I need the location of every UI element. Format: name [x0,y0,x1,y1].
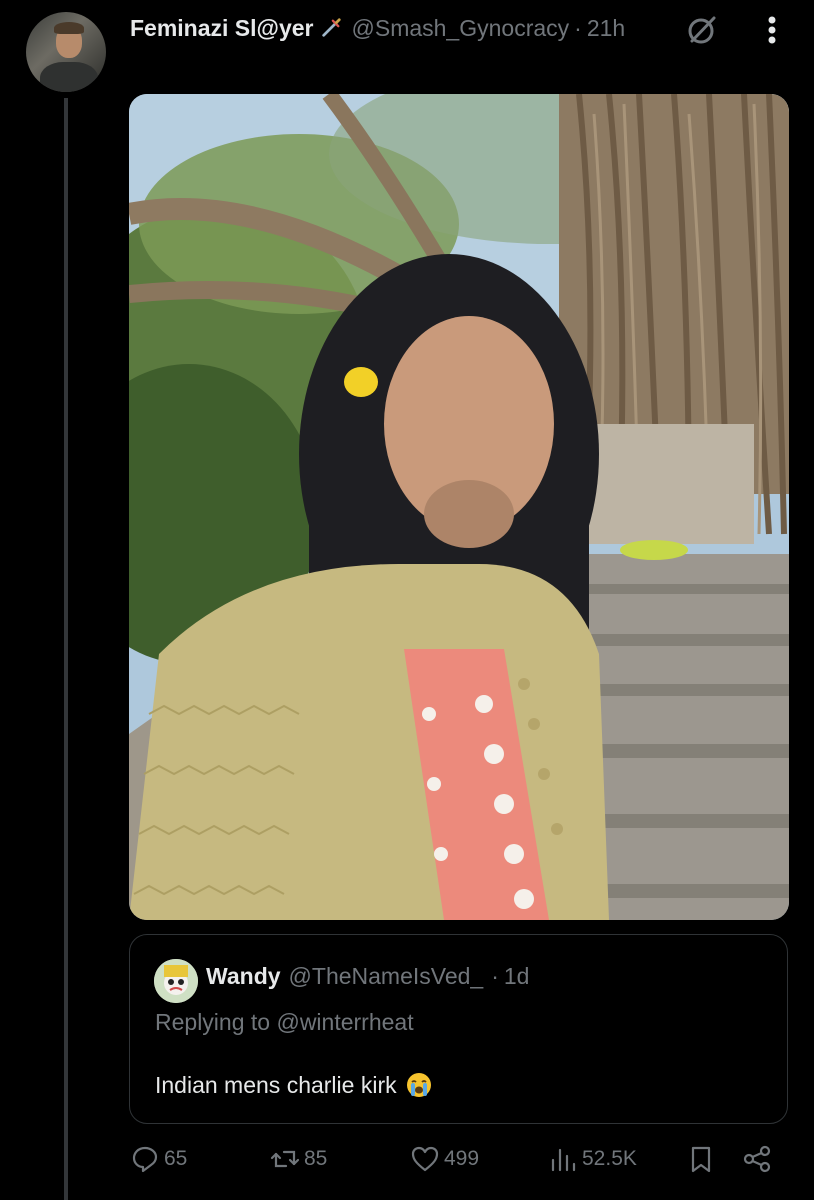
bookmark-icon [691,1146,711,1173]
views-button[interactable]: 52.5K [548,1144,637,1174]
replying-to-line: Replying to @winterrheat [155,1009,414,1036]
analytics-icon [551,1148,576,1172]
quoted-author-name[interactable]: Wandy [206,963,281,990]
separator-dot: · [491,963,499,989]
post-header: Feminazi Sl@yer @Smash_Gynocracy · 21h [130,10,625,46]
author-handle[interactable]: @Smash_Gynocracy [352,15,570,42]
view-count: 52.5K [582,1147,637,1170]
share-icon [743,1145,771,1173]
repost-icon [270,1150,300,1168]
like-count: 499 [444,1147,480,1170]
quoted-author-avatar[interactable] [154,959,198,1003]
loudly-crying-face-icon [406,1073,431,1097]
quoted-author-handle[interactable]: @TheNameIsVed_ [289,963,484,990]
quoted-post[interactable]: Wandy @TheNameIsVed_ · 1d Replying to @w… [129,934,788,1124]
quoted-post-body: Indian mens charlie kirk [155,1071,397,1098]
post-timestamp[interactable]: 21h [587,15,625,42]
author-avatar[interactable] [26,12,106,92]
quoted-post-text: Indian mens charlie kirk [155,1071,433,1099]
reply-button[interactable]: 65 [130,1144,187,1174]
author-display-name[interactable]: Feminazi Sl@yer [130,15,314,42]
quoted-post-header: Wandy @TheNameIsVed_ · 1d [206,963,529,990]
reply-icon [132,1146,158,1173]
bookmark-button[interactable] [686,1144,720,1174]
like-button[interactable]: 499 [410,1144,479,1174]
repost-count: 85 [304,1147,328,1170]
post-photo[interactable] [129,94,789,920]
reply-count: 65 [164,1147,188,1170]
more-options-icon[interactable] [760,12,784,48]
heart-icon [411,1146,439,1172]
post-actions-bar: 65 85 499 52.5K [130,1144,790,1184]
grok-icon[interactable] [686,14,718,46]
replying-to-label: Replying to [155,1009,271,1035]
separator-dot: · [574,14,582,41]
repost-button[interactable]: 85 [270,1144,327,1174]
replying-to-mention[interactable]: @winterrheat [276,1009,413,1035]
dagger-icon [321,18,341,37]
thread-connector-line [64,98,68,1200]
share-button[interactable] [742,1144,776,1174]
photo-illustration [129,94,789,920]
quoted-post-timestamp[interactable]: 1d [504,963,530,990]
